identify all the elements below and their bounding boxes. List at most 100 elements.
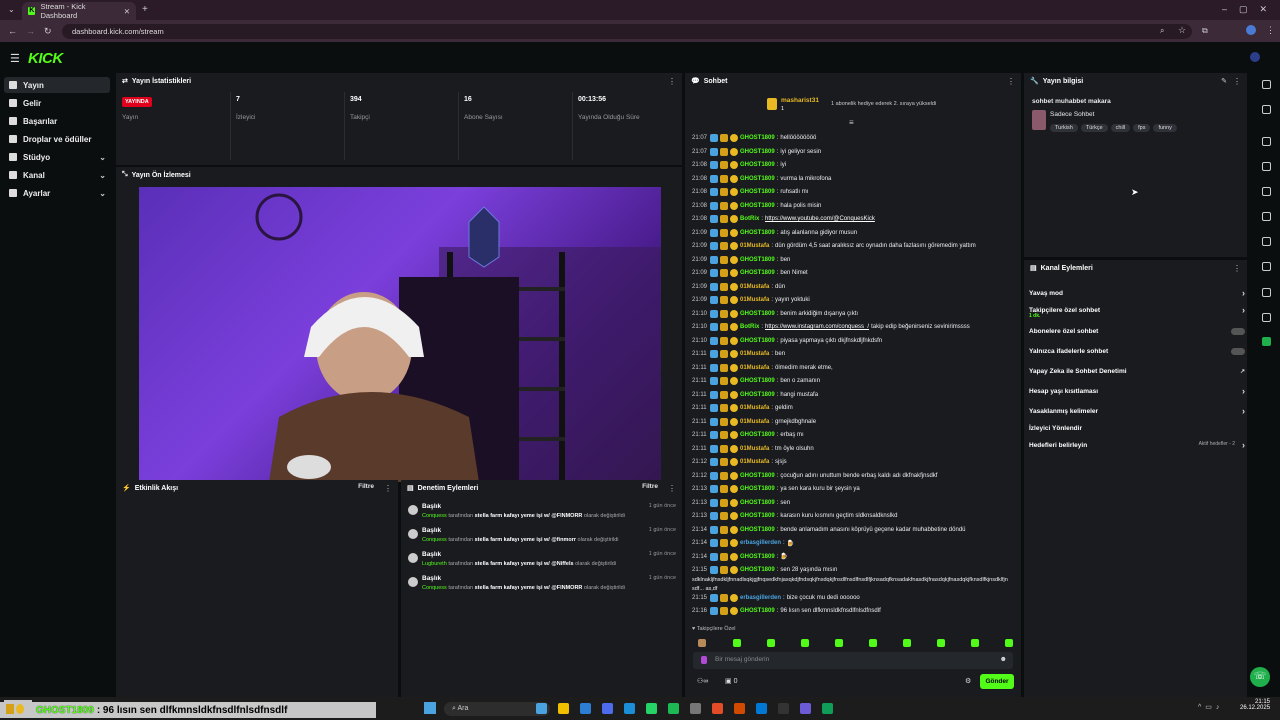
taskbar-app-icon[interactable] [602,703,613,714]
chat-username[interactable]: 01Mustafa [740,459,769,465]
taskbar-app-icon[interactable] [734,703,745,714]
moderation-item[interactable]: Başlık Conquess tarafından stella farm ka… [408,502,676,524]
channel-action-item[interactable]: Yapay Zeka ile Sohbet Denetimi ↗ [1029,364,1247,378]
emote-icon[interactable] [698,639,706,647]
system-tray-icons[interactable]: ^▭♪ [1198,703,1223,711]
emote-icon[interactable] [937,639,945,647]
taskbar-app-icon[interactable] [822,703,833,714]
emote-icon[interactable] [801,639,809,647]
zoom-icon[interactable]: ⌕ [1160,26,1164,36]
chat-text[interactable]: https://www.instagram.com/conquess_/ [765,324,869,330]
channel-action-item[interactable]: Takipçilere özel sohbet 1 dk. › [1029,303,1247,319]
emoji-icon[interactable]: ☻ [1000,656,1007,663]
forward-icon[interactable]: → [26,26,35,36]
sidebar-item-gelir[interactable]: Gelir [4,95,110,111]
chat-gift-counter[interactable]: ▣ 0 [725,677,737,685]
emote-icon[interactable] [733,639,741,647]
channel-action-item[interactable]: Hesap yaşı kısıtlaması › [1029,384,1247,398]
chat-message[interactable]: 21:07 GHOST1809: iyi geliyor sesin [692,146,821,158]
url-field[interactable]: dashboard.kick.com/stream [62,24,1192,39]
chat-message[interactable]: 21:09 GHOST1809: atış alanlarına gidiyor m… [692,227,857,239]
chat-username[interactable]: GHOST1809 [740,473,775,479]
chat-message[interactable]: 21:09 GHOST1809: ben Nimet [692,267,808,279]
chat-message[interactable]: 21:09 01Mustafa: yayın yoktuki [692,294,810,306]
chat-message[interactable]: 21:11 GHOST1809: erbaş mı [692,429,804,441]
chat-username[interactable]: GHOST1809 [740,176,775,182]
channel-action-item[interactable]: Yasaklanmış kelimeler › [1029,404,1247,418]
chat-message[interactable]: 21:16 GHOST1809:96 lısın sen dlfkmnsldkfn… [692,605,881,617]
chat-username[interactable]: GHOST1809 [740,554,775,560]
pen-icon[interactable] [1262,105,1271,114]
channel-action-item[interactable]: Yavaş mod › [1029,286,1247,300]
chat-username[interactable]: GHOST1809 [740,486,775,492]
chat-username[interactable]: 01Mustafa [740,365,769,371]
emote-icon[interactable] [869,639,877,647]
taskbar-app-icon[interactable] [778,703,789,714]
chat-message[interactable]: 21:11 GHOST1809: ben o zamanın [692,375,820,387]
tag-chip[interactable]: funny [1153,124,1177,132]
sidebar-item-kanal[interactable]: Kanal ⌄ [4,167,110,183]
chat-username[interactable]: GHOST1809 [740,203,775,209]
browser-tab[interactable]: K Stream - Kick Dashboard ✕ [22,2,136,20]
moderation-more-icon[interactable]: ⋮ [668,484,676,493]
chat-username[interactable]: erbasgillerden [740,540,781,546]
chat-message[interactable]: 21:13 GHOST1809: ya sen kara kuru bir şeys… [692,483,860,495]
chat-message[interactable]: 21:11 01Mustafa: tm öyle olsuhn [692,443,814,455]
channel-action-item[interactable]: Hedefleri belirleyin Aktif hedefler - 2 › [1029,438,1247,452]
stats-more-icon[interactable]: ⋮ [668,77,676,86]
chat-message[interactable]: 21:11 01Mustafa: ölmedim merak etme, [692,362,833,374]
channel-actions-more-icon[interactable]: ⋮ [1233,264,1241,273]
chat-message[interactable]: 21:09 01Mustafa: dün gördüm 4,5 saat aralı… [692,240,976,252]
channel-action-item[interactable]: Abonelere özel sohbet [1029,324,1247,338]
chat-username[interactable]: GHOST1809 [740,135,775,141]
taskbar-app-icon[interactable] [646,703,657,714]
sidebar-item-droplar[interactable]: Droplar ve ödüller [4,131,110,147]
stream-info-more-icon[interactable]: ⋮ [1233,77,1241,86]
chat-message[interactable]: 21:13 GHOST1809: karasın kuru kısmını geçt… [692,510,897,522]
chat-username[interactable]: GHOST1809 [740,608,775,614]
chat-username[interactable]: GHOST1809 [740,513,775,519]
chat-message[interactable]: 21:11 01Mustafa: ben [692,348,785,360]
chat-username[interactable]: GHOST1809 [740,162,775,168]
taskbar-app-icon[interactable] [800,703,811,714]
chat-username[interactable]: 01Mustafa [740,405,769,411]
tag-chip[interactable]: Turkish [1050,124,1078,132]
broadcast-icon[interactable] [1262,237,1271,246]
hamburger-menu-icon[interactable]: ☰ [10,52,20,65]
taskbar-app-icon[interactable] [536,703,547,714]
chat-username[interactable]: GHOST1809 [740,149,775,155]
moderation-user[interactable]: Conquess [422,513,447,519]
green-app-icon[interactable] [1262,337,1271,346]
chat-username[interactable]: 01Mustafa [740,419,769,425]
chat-more-icon[interactable]: ⋮ [1007,77,1015,86]
kick-logo[interactable]: KICK [28,50,63,67]
activity-filter-button[interactable]: Filtre [358,483,374,490]
channel-action-item[interactable]: Yalnızca ifadelerle sohbet [1029,344,1247,358]
chat-message[interactable]: 21:08 GHOST1809: vurma la mikrofona [692,173,831,185]
chat-message[interactable]: 21:15 GHOST1809: sen 28 yaşında mısın [692,564,837,576]
window-controls[interactable]: –▢✕ [1222,4,1279,15]
chat-message[interactable]: 21:07 GHOST1809: hellöööööööö [692,132,816,144]
taskbar-app-icon[interactable] [756,703,767,714]
chat-username[interactable]: 01Mustafa [740,446,769,452]
moderation-user[interactable]: Conquess [422,537,447,543]
taskbar-app-icon[interactable] [580,703,591,714]
chat-username[interactable]: BotRix [740,324,759,330]
chat-message[interactable]: 21:08 BotRix: https://www.youtube.com/@Con… [692,213,875,225]
chat-username[interactable]: erbasgillerden [740,595,781,601]
chat-users-icon[interactable]: ⚇∞ [697,677,708,685]
chat-message[interactable]: 21:11 01Mustafa: grnejkdbghnale [692,416,816,428]
emote-icon[interactable] [767,639,775,647]
chat-username[interactable]: GHOST1809 [740,230,775,236]
sidebar-item-ayarlar[interactable]: Ayarlar ⌄ [4,185,110,201]
chat-message[interactable]: 21:13 GHOST1809: sen [692,497,790,509]
chat-message[interactable]: 21:08 GHOST1809: iyi [692,159,786,171]
chat-message[interactable]: 21:10 BotRix: https://www.instagram.com/co… [692,321,970,333]
chat-username[interactable]: 01Mustafa [740,351,769,357]
reload-icon[interactable]: ↻ [44,26,52,37]
chat-message[interactable]: 21:08 GHOST1809: ruhsatlı mı [692,186,808,198]
activity-more-icon[interactable]: ⋮ [384,484,392,493]
extensions-icon[interactable]: ⧉ [1202,26,1208,36]
moderation-user[interactable]: Lugbureth [422,561,447,567]
taskbar-app-icon[interactable] [712,703,723,714]
